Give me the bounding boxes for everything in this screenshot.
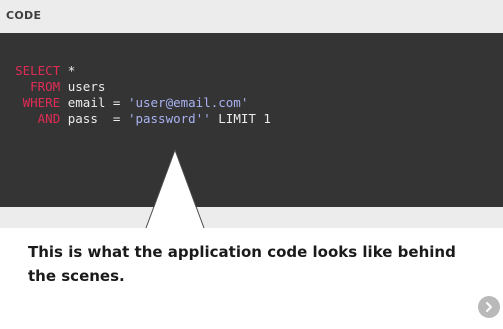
code-panel-footer bbox=[0, 207, 503, 228]
code-line: AND pass = 'password'' LIMIT 1 bbox=[0, 111, 271, 127]
sql-text: pass = bbox=[60, 111, 128, 126]
card-header: CODE bbox=[0, 0, 503, 33]
sql-keyword: AND bbox=[37, 111, 61, 126]
code-panel: SELECT * FROM users WHERE email = 'user@… bbox=[0, 33, 503, 207]
code-line: WHERE email = 'user@email.com' bbox=[0, 95, 271, 111]
next-button[interactable] bbox=[478, 296, 500, 318]
sql-keyword: WHERE bbox=[22, 95, 61, 110]
sql-string: 'password'' bbox=[127, 111, 211, 126]
code-block: SELECT * FROM users WHERE email = 'user@… bbox=[0, 63, 271, 127]
sql-text: LIMIT 1 bbox=[210, 111, 271, 126]
sql-text: email = bbox=[60, 95, 128, 110]
chevron-right-icon bbox=[486, 302, 492, 312]
code-line: FROM users bbox=[0, 79, 271, 95]
sql-text: users bbox=[60, 79, 106, 94]
sql-string: 'user@email.com' bbox=[127, 95, 249, 110]
card-header-label: CODE bbox=[6, 9, 42, 22]
sql-keyword: SELECT bbox=[15, 63, 61, 78]
sql-keyword: FROM bbox=[30, 79, 61, 94]
code-line: SELECT * bbox=[0, 63, 271, 79]
caption-text: This is what the application code looks … bbox=[28, 243, 456, 285]
sql-text: * bbox=[60, 63, 76, 78]
